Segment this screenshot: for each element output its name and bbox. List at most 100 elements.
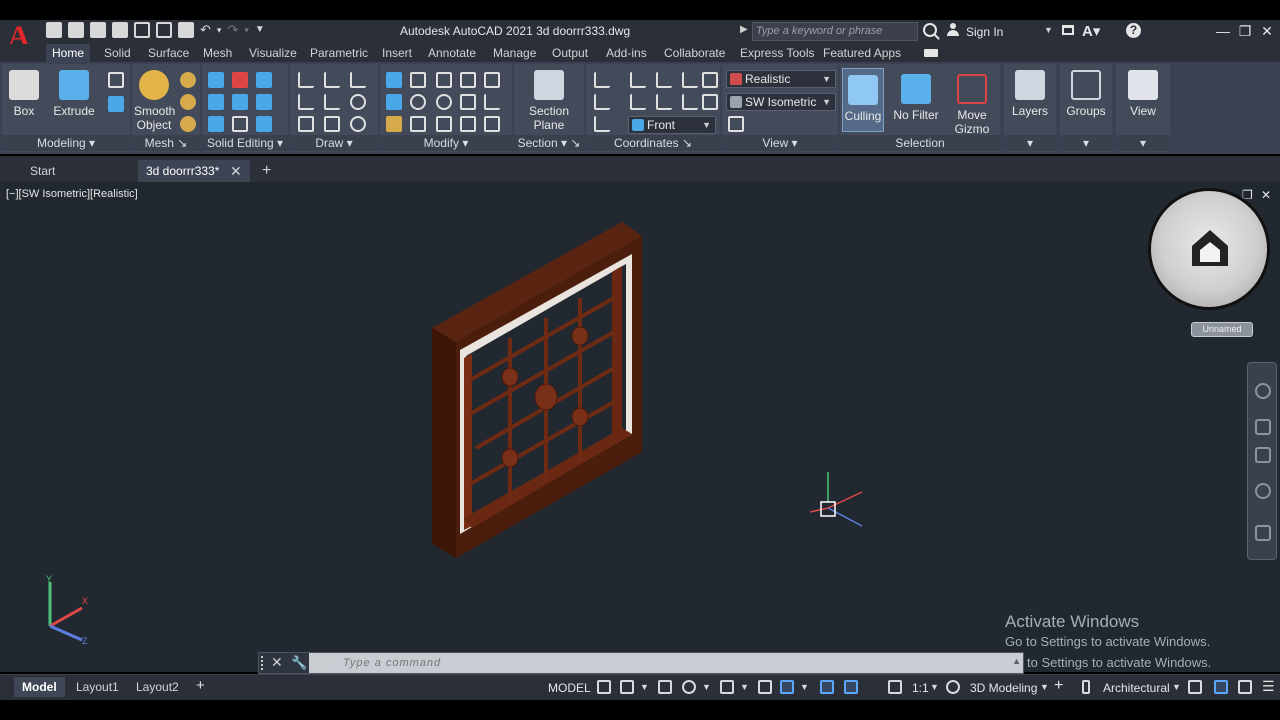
ortho-icon[interactable]: [658, 680, 672, 694]
section-plane-button[interactable]: Section Plane: [524, 70, 574, 132]
search-input[interactable]: Type a keyword or phrase: [752, 22, 918, 41]
tab-insert[interactable]: Insert: [382, 44, 412, 62]
tab-featured-apps[interactable]: Featured Apps: [823, 44, 901, 62]
3d-align-icon[interactable]: [386, 94, 402, 110]
crease-icon[interactable]: [180, 116, 196, 132]
no-filter-button[interactable]: No Filter: [892, 68, 940, 132]
model-space-toggle[interactable]: MODEL: [548, 681, 591, 695]
tab-solid[interactable]: Solid: [104, 44, 131, 62]
layers-expand[interactable]: ▾: [1004, 135, 1056, 151]
3d-move-icon[interactable]: [410, 72, 426, 88]
user-icon[interactable]: [946, 23, 960, 37]
stretch-icon[interactable]: [410, 116, 426, 132]
rectangle-icon[interactable]: [324, 116, 340, 132]
new-file-icon[interactable]: [46, 22, 62, 38]
coordinates-panel-title[interactable]: Coordinates ↘: [586, 135, 720, 151]
tab-visualize[interactable]: Visualize: [249, 44, 297, 62]
isodraft-dropdown-icon[interactable]: ▼: [740, 682, 749, 692]
polar-tracking-icon[interactable]: [682, 680, 696, 694]
redo-icon[interactable]: ↷: [227, 22, 238, 38]
object-snap-icon[interactable]: [780, 680, 794, 694]
selection-panel-title[interactable]: Selection: [840, 135, 1000, 151]
circle-icon[interactable]: [350, 94, 366, 110]
intersect-icon[interactable]: [256, 72, 272, 88]
plot-icon[interactable]: [178, 22, 194, 38]
refine-mesh-icon[interactable]: [180, 94, 196, 110]
zoom-extents-icon[interactable]: [728, 116, 744, 132]
tab-add-ins[interactable]: Add-ins: [606, 44, 647, 62]
move-icon[interactable]: [436, 72, 452, 88]
interfere-icon[interactable]: [208, 94, 224, 110]
undo-icon[interactable]: ↶: [200, 22, 211, 38]
3d-rotate-icon[interactable]: [460, 72, 476, 88]
steering-wheel-icon[interactable]: [1255, 383, 1271, 399]
units-switcher[interactable]: Architectural: [1103, 681, 1170, 695]
polysolid-icon[interactable]: [108, 96, 124, 112]
presspull-icon[interactable]: [108, 72, 124, 88]
tab-manage[interactable]: Manage: [493, 44, 536, 62]
offset-icon[interactable]: [460, 116, 476, 132]
solid-editing-panel-title[interactable]: Solid Editing ▾: [202, 135, 288, 151]
draw-panel-title[interactable]: Draw ▾: [290, 135, 378, 151]
visual-style-dropdown[interactable]: Realistic ▼: [726, 70, 836, 88]
3d-array-icon[interactable]: [410, 94, 426, 110]
quick-properties-icon[interactable]: [1188, 680, 1202, 694]
restore-window-icon[interactable]: ❐: [1238, 23, 1252, 39]
customization-menu-icon[interactable]: ☰: [1262, 678, 1275, 695]
selection-cycling-icon[interactable]: [820, 680, 834, 694]
cart-icon[interactable]: [1062, 25, 1074, 35]
tab-output[interactable]: Output: [552, 44, 588, 62]
command-history-up-icon[interactable]: ▲: [1012, 656, 1021, 666]
new-layout-icon[interactable]: +: [196, 677, 205, 694]
ucs-object-icon[interactable]: [656, 94, 672, 110]
showmotion-icon[interactable]: [1255, 525, 1271, 541]
units-ruler-icon[interactable]: [1082, 680, 1090, 694]
annotation-scale[interactable]: 1:1: [912, 681, 929, 695]
close-tab-icon[interactable]: ✕: [230, 160, 242, 182]
viewport-view-dropdown[interactable]: Front ▼: [628, 116, 716, 134]
snap-dropdown-icon[interactable]: ▼: [640, 682, 649, 692]
trim-icon[interactable]: [484, 72, 500, 88]
save-icon[interactable]: [90, 22, 106, 38]
thicken-icon[interactable]: [256, 94, 272, 110]
scale-icon[interactable]: [460, 94, 476, 110]
new-tab-icon[interactable]: +: [262, 160, 271, 182]
tab-model-layout[interactable]: Model: [14, 677, 65, 697]
spline-icon[interactable]: [298, 94, 314, 110]
command-input[interactable]: [309, 653, 1023, 673]
lock-ui-icon[interactable]: [1214, 680, 1228, 694]
close-command-line-icon[interactable]: ✕: [271, 654, 283, 671]
groups-expand[interactable]: ▾: [1060, 135, 1112, 151]
ucs-zaxis-icon[interactable]: [594, 116, 610, 132]
ellipse-icon[interactable]: [350, 116, 366, 132]
command-line-grip-icon[interactable]: [261, 656, 265, 670]
modeling-panel-title[interactable]: Modeling ▾: [2, 135, 130, 151]
tab-parametric[interactable]: Parametric: [310, 44, 368, 62]
clean-screen-icon[interactable]: [1238, 680, 1252, 694]
groups-button[interactable]: Groups: [1062, 70, 1110, 118]
separate-icon[interactable]: [256, 116, 272, 132]
helix-icon[interactable]: [324, 72, 340, 88]
mesh-panel-title[interactable]: Mesh ↘: [132, 135, 200, 151]
tab-collaborate[interactable]: Collaborate: [664, 44, 725, 62]
ucs-named-icon[interactable]: [630, 72, 646, 88]
grid-icon[interactable]: [597, 680, 611, 694]
ucs-world-icon[interactable]: [656, 72, 672, 88]
arc-icon[interactable]: [350, 72, 366, 88]
isodraft-icon[interactable]: [720, 680, 734, 694]
add-plus-icon[interactable]: +: [1054, 677, 1063, 695]
search-expand-icon[interactable]: ▶: [740, 24, 748, 35]
polyline-icon[interactable]: [298, 72, 314, 88]
view-button[interactable]: View: [1119, 70, 1167, 118]
array-icon[interactable]: [484, 116, 500, 132]
command-prompt-icon[interactable]: [313, 657, 327, 669]
layers-button[interactable]: Layers: [1006, 70, 1054, 118]
close-window-icon[interactable]: ✕: [1260, 23, 1274, 39]
move-gizmo-button[interactable]: Move Gizmo: [948, 68, 996, 136]
sign-in-dropdown-icon[interactable]: ▼: [1044, 25, 1053, 35]
sign-in-button[interactable]: Sign In: [966, 25, 1003, 39]
ucs-view-icon[interactable]: [630, 94, 646, 110]
smooth-object-button[interactable]: Smooth Object: [134, 70, 175, 132]
workspace-switcher[interactable]: 3D Modeling: [970, 681, 1037, 695]
view-panel-title[interactable]: View ▾: [722, 135, 838, 151]
